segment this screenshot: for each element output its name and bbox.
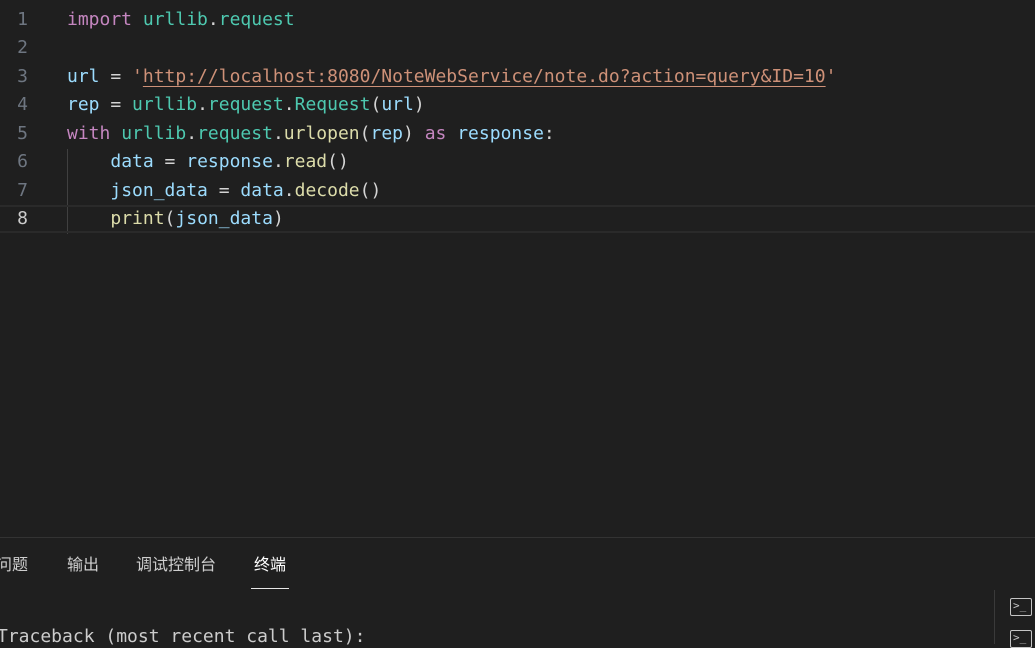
- code-token: .: [272, 151, 284, 172]
- line-number: 2: [17, 37, 28, 58]
- line-number: 7: [17, 180, 28, 201]
- code-token: .: [272, 123, 284, 144]
- code-token: print: [110, 208, 165, 229]
- code-line[interactable]: 5 with urllib.request.urlopen(rep) as res…: [0, 120, 1035, 148]
- code-token: ): [403, 123, 425, 144]
- code-text: import urllib.request: [67, 6, 295, 34]
- code-text: json_data = data.decode(): [67, 177, 381, 205]
- code-token: with: [67, 123, 111, 144]
- line-number: 4: [17, 94, 28, 115]
- tab-terminal[interactable]: 终端: [250, 548, 290, 589]
- code-token: request: [218, 9, 295, 30]
- terminal-output: Traceback (most recent call last):: [0, 626, 366, 647]
- code-token: read: [283, 151, 328, 172]
- editor-tab-strip-edge: [0, 0, 1035, 4]
- code-text: rep = urllib.request.Request(url): [67, 91, 425, 119]
- code-token: (): [327, 151, 349, 172]
- code-token: urllib: [132, 94, 198, 115]
- line-number: 1: [17, 9, 28, 30]
- code-token: .: [207, 9, 219, 30]
- code-token: ': [132, 66, 143, 87]
- code-token: =: [207, 180, 241, 201]
- code-token: as: [424, 123, 447, 144]
- code-token: request: [207, 94, 284, 115]
- code-token: request: [197, 123, 273, 144]
- code-line[interactable]: 2: [0, 34, 1035, 62]
- code-token: http://localhost:8080/NoteWebService/not…: [142, 66, 826, 87]
- line-number: 3: [17, 66, 28, 87]
- code-line[interactable]: 3 url = 'http://localhost:8080/NoteWebSer…: [0, 63, 1035, 91]
- code-token: .: [197, 94, 208, 115]
- code-token: ): [413, 94, 425, 115]
- code-token: .: [283, 180, 295, 201]
- code-text: data = response.read(): [67, 148, 349, 176]
- code-token: (: [359, 123, 371, 144]
- code-token: (): [359, 180, 382, 201]
- code-token: response: [186, 151, 273, 172]
- code-token: urllib: [121, 123, 187, 144]
- code-line[interactable]: 7 json_data = data.decode(): [0, 177, 1035, 205]
- code-token: url: [381, 94, 414, 115]
- code-line[interactable]: 4 rep = urllib.request.Request(url): [0, 91, 1035, 119]
- tab-problems[interactable]: 问题: [0, 548, 28, 582]
- code-token: data: [110, 151, 154, 172]
- code-line[interactable]: 8 print(json_data): [0, 205, 1035, 233]
- code-token: =: [99, 94, 133, 115]
- code-editor[interactable]: 1 import urllib.request 2 3 url = 'http://lo…: [0, 0, 1035, 537]
- line-number: 5: [17, 123, 28, 144]
- code-token: rep: [370, 123, 403, 144]
- terminal-icon[interactable]: >_: [1010, 630, 1032, 648]
- code-token: json_data: [110, 180, 208, 201]
- panel-divider: [994, 590, 995, 644]
- code-token: ': [825, 66, 837, 87]
- code-token: urlopen: [283, 123, 360, 144]
- code-token: (: [370, 94, 382, 115]
- code-token: rep: [67, 94, 100, 115]
- code-token: .: [283, 94, 295, 115]
- code-token: urllib: [142, 9, 208, 30]
- terminal-icon[interactable]: >_: [1010, 598, 1032, 616]
- code-token: .: [186, 123, 198, 144]
- line-number: 8: [17, 208, 28, 229]
- code-text: print(json_data): [67, 207, 284, 231]
- code-token: ): [272, 208, 284, 229]
- code-line[interactable]: 1 import urllib.request: [0, 6, 1035, 34]
- code-token: response: [457, 123, 544, 144]
- code-token: (: [164, 208, 176, 229]
- code-text: with urllib.request.urlopen(rep) as resp…: [67, 120, 555, 148]
- code-token: :: [543, 123, 555, 144]
- code-token: =: [153, 151, 187, 172]
- code-token: url: [67, 66, 100, 87]
- code-line[interactable]: 6 data = response.read(): [0, 148, 1035, 176]
- bottom-panel: 问题 输出 调试控制台 终端 Traceback (most recent ca…: [0, 537, 1035, 648]
- code-token: data: [240, 180, 284, 201]
- code-token: =: [99, 66, 133, 87]
- tab-debug-console[interactable]: 调试控制台: [136, 548, 216, 582]
- tab-output[interactable]: 输出: [67, 548, 99, 582]
- code-token: decode: [294, 180, 360, 201]
- code-token: Request: [294, 94, 371, 115]
- code-token: json_data: [175, 208, 273, 229]
- code-text: url = 'http://localhost:8080/NoteWebServ…: [67, 63, 836, 91]
- panel-tabs: 问题 输出 调试控制台 终端: [0, 538, 990, 590]
- code-token: import: [67, 9, 133, 30]
- line-number: 6: [17, 151, 28, 172]
